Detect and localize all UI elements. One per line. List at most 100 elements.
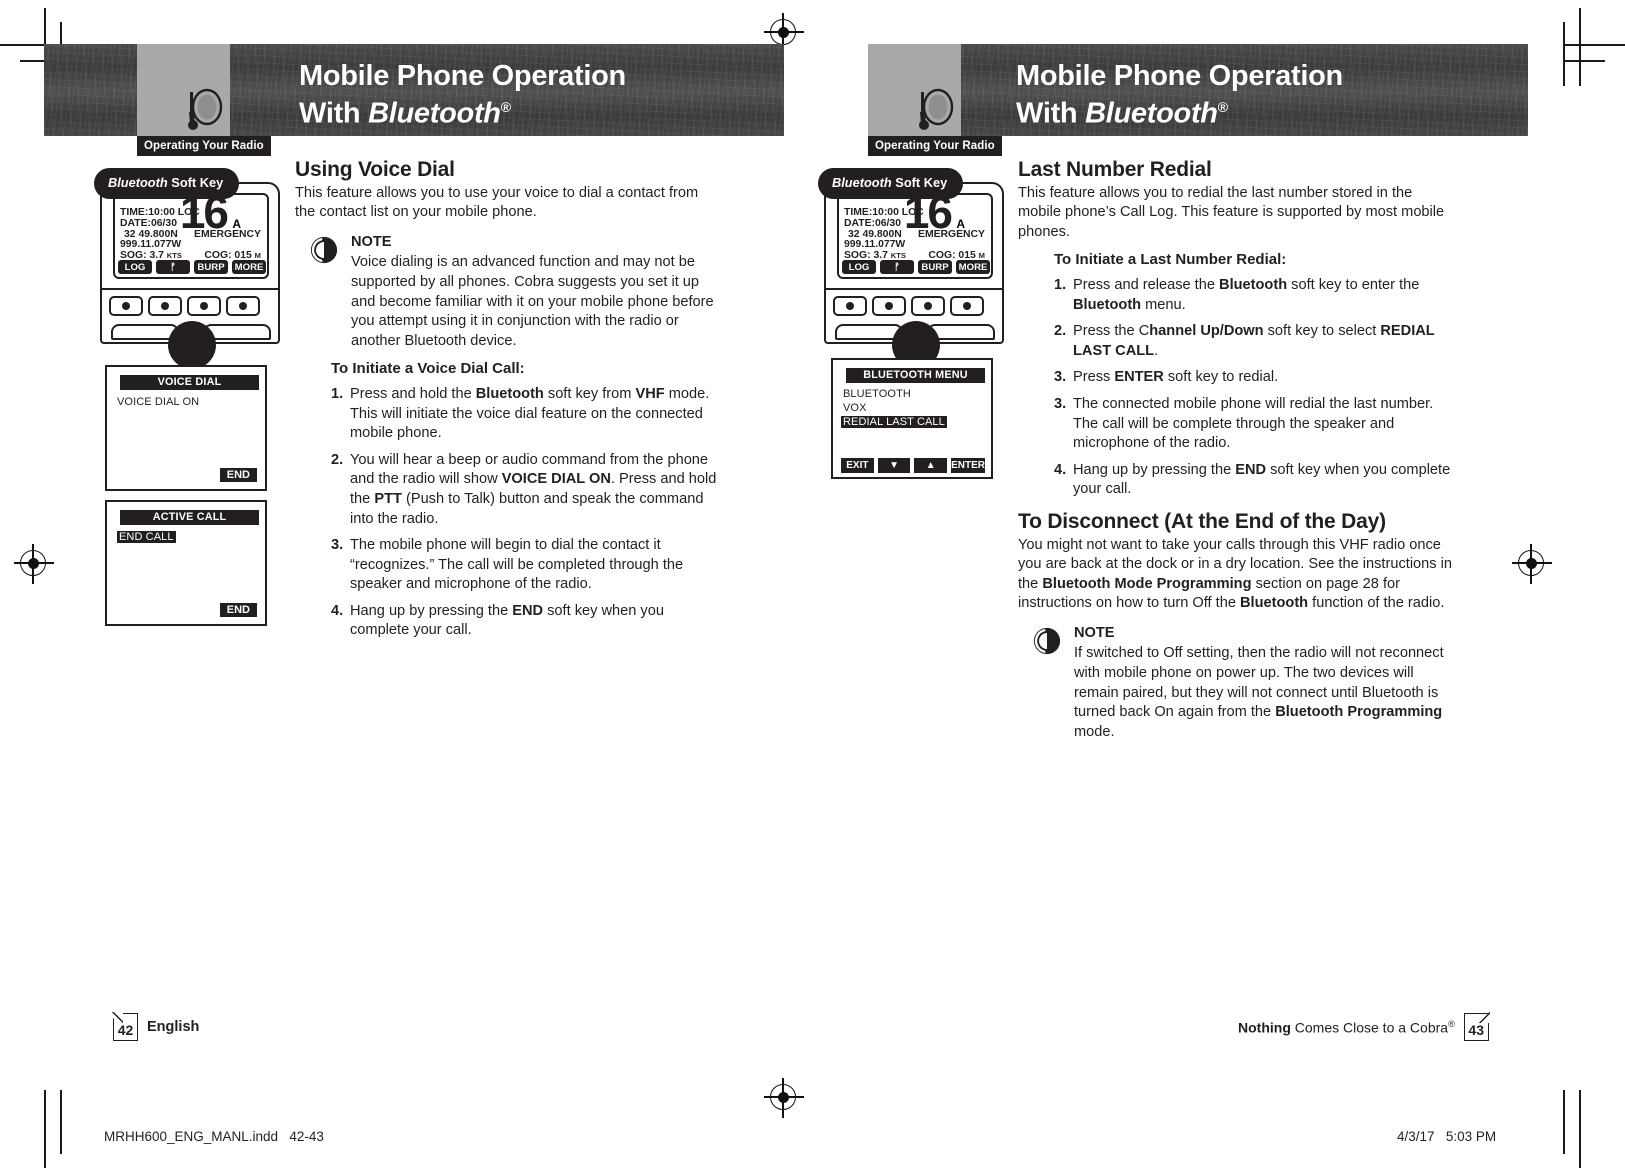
step-number: 4. [1054, 461, 1067, 478]
step-item: 3. Press ENTER soft key to redial. [1054, 368, 1458, 388]
radio-softkey-button-4[interactable] [226, 296, 260, 316]
bt-menu-up-button[interactable]: ▲ [914, 458, 948, 473]
header-title-line1: Mobile Phone Operation [299, 60, 626, 92]
note-title: NOTE [1074, 624, 1115, 641]
voice-dial-title: VOICE DIAL [120, 375, 259, 390]
softkey-burp[interactable]: BURP [918, 260, 952, 274]
print-date: 4/3/17 [1397, 1129, 1435, 1144]
bt-menu-item-selected[interactable]: REDIAL LAST CALL [841, 416, 947, 428]
left-intro-paragraph: This feature allows you to use your voic… [295, 184, 699, 221]
step-number: 3. [1054, 395, 1067, 412]
bt-menu-title: BLUETOOTH MENU [846, 368, 985, 383]
step-text: Press ENTER soft key to redial. [1073, 369, 1279, 386]
step-item: 2. You will hear a beep or audio command… [331, 451, 720, 529]
active-call-end-button[interactable]: END [219, 603, 257, 617]
footer-left: 42 English [112, 1012, 200, 1041]
softkey-bluetooth-icon[interactable]: ᚠ [156, 260, 190, 274]
crop-mark [1565, 60, 1605, 62]
lcd-cog-unit: M [254, 251, 261, 260]
radio-headset-icon [919, 88, 954, 130]
header-title-bluetooth: Bluetooth [1085, 97, 1218, 130]
voice-dial-end-button[interactable]: END [219, 468, 257, 482]
step-text: Hang up by pressing the END soft key whe… [1073, 461, 1451, 498]
radio-softkey-button-3[interactable] [911, 296, 945, 316]
right-intro-paragraph: This feature allows you to redial the la… [1018, 184, 1445, 240]
bt-menu-enter-button[interactable]: ENTER [951, 458, 986, 473]
step-text: Hang up by pressing the END soft key whe… [350, 602, 664, 639]
radio-softkey-button-2[interactable] [148, 296, 182, 316]
radio-center-knob[interactable] [168, 321, 216, 369]
print-page-range: 42-43 [289, 1129, 324, 1144]
left-page-content: Using Voice Dial This feature allows you… [295, 158, 720, 648]
note-body: Voice dialing is an advanced function an… [351, 254, 714, 349]
radio-softkey-button-1[interactable] [833, 296, 867, 316]
softkey-burp[interactable]: BURP [194, 260, 228, 274]
crop-mark [1579, 8, 1581, 86]
tagline-rest: Comes Close to a Cobra [1290, 1019, 1449, 1036]
left-steps-block: To Initiate a Voice Dial Call: 1. Press … [295, 359, 720, 641]
radio-softkey-button-4[interactable] [950, 296, 984, 316]
callout-bluetooth-word: Bluetooth [108, 175, 168, 190]
bt-menu-exit-button[interactable]: EXIT [841, 458, 874, 473]
registered-mark: ® [500, 99, 511, 115]
bt-menu-item[interactable]: BLUETOOTH [843, 388, 911, 400]
radio-softkey-button-1[interactable] [109, 296, 143, 316]
manual-page-spread: Operating Your Radio Mobile Phone Operat… [0, 0, 1625, 1175]
softkey-more[interactable]: MORE [232, 260, 266, 274]
step-text: The connected mobile phone will redial t… [1073, 395, 1434, 452]
radio-softkey-button-2[interactable] [872, 296, 906, 316]
active-call-title: ACTIVE CALL [120, 510, 259, 525]
footer-tagline: Nothing Comes Close to a Cobra® [1238, 1019, 1455, 1036]
registration-mark-left [14, 544, 54, 584]
softkey-more[interactable]: MORE [956, 260, 990, 274]
registration-mark-right [1512, 544, 1552, 584]
screen-bluetooth-menu: BLUETOOTH MENU BLUETOOTH VOX REDIAL LAST… [831, 358, 993, 479]
softkey-bluetooth-icon[interactable]: ᚠ [880, 260, 914, 274]
screen-active-call: ACTIVE CALL END CALL END [105, 500, 267, 626]
crop-mark [44, 1090, 46, 1168]
softkey-log[interactable]: LOG [842, 260, 876, 274]
left-section-title: Using Voice Dial [295, 158, 455, 181]
header-title-line1: Mobile Phone Operation [1016, 60, 1343, 92]
left-steps-heading: To Initiate a Voice Dial Call: [331, 360, 525, 378]
bt-menu-item[interactable]: VOX [843, 402, 867, 414]
step-item: 4. Hang up by pressing the END soft key … [1054, 461, 1458, 500]
page-number-left: 42 [112, 1012, 138, 1041]
callout-bluetooth-soft-key: Bluetooth Soft Key [818, 168, 964, 199]
step-number: 2. [1054, 323, 1067, 340]
step-text: The mobile phone will begin to dial the … [350, 537, 684, 593]
header-tab-right: Operating Your Radio [868, 136, 1002, 156]
step-number: 1. [331, 385, 344, 402]
step-text: You will hear a beep or audio command fr… [350, 451, 717, 527]
lcd-time: TIME:10:00 LOC [844, 207, 924, 218]
footer-language-label: English [147, 1019, 200, 1035]
tagline-bold: Nothing [1238, 1019, 1291, 1036]
radio-body: 16 A TIME:10:00 LOC DATE:06/30 32 49.800… [824, 182, 1004, 369]
softkey-log[interactable]: LOG [118, 260, 152, 274]
lcd-time: TIME:10:00 LOC [120, 207, 200, 218]
header-tab-left: Operating Your Radio [137, 136, 271, 156]
right-section-title: Last Number Redial [1018, 158, 1212, 181]
radio-divider [102, 288, 278, 291]
lcd-sog-unit: KTS [166, 251, 182, 260]
step-item: 3. The connected mobile phone will redia… [1054, 395, 1458, 454]
active-call-item[interactable]: END CALL [117, 531, 176, 543]
tagline-registered: ® [1448, 1018, 1455, 1029]
bt-menu-down-button[interactable]: ▼ [877, 458, 911, 473]
voice-dial-item: VOICE DIAL ON [117, 396, 200, 408]
right-steps-block: To Initiate a Last Number Redial: 1. Pre… [1018, 250, 1458, 500]
header-band-right: Operating Your Radio Mobile Phone Operat… [868, 44, 1528, 156]
step-number: 4. [331, 602, 344, 619]
crop-mark [1579, 1090, 1581, 1168]
header-title-line2-prefix: With [299, 97, 369, 130]
step-item: 2. Press the Channel Up/Down soft key to… [1054, 322, 1458, 361]
lcd-softkey-row: LOG ᚠ BURP MORE [118, 260, 266, 274]
header-icon-box-left [137, 44, 230, 136]
disconnect-body: You might not want to take your calls th… [1018, 536, 1453, 612]
header-title-right: Mobile Phone Operation With Bluetooth® [1016, 61, 1343, 130]
radio-softkey-button-3[interactable] [187, 296, 221, 316]
step-item: 4. Hang up by pressing the END soft key … [331, 602, 720, 641]
step-number: 3. [1054, 369, 1067, 386]
print-file-name: MRHH600_ENG_MANL.indd [104, 1129, 279, 1144]
radio-body: 16 A TIME:10:00 LOC DATE:06/30 32 49.800… [100, 182, 280, 369]
